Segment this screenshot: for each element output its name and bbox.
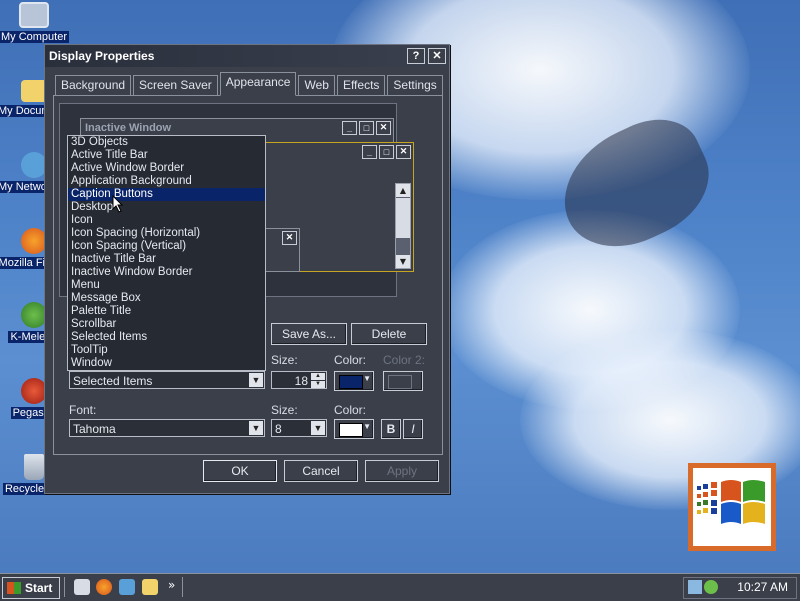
delete-button[interactable]: Delete [351, 323, 427, 345]
list-item[interactable]: Selected Items [68, 331, 265, 344]
maximize-icon: □ [379, 144, 394, 159]
list-item[interactable]: Icon [68, 214, 265, 227]
item-color2-swatch [388, 375, 412, 389]
my-computer-icon [19, 2, 49, 28]
item-color-button[interactable]: ▼ [334, 371, 374, 391]
tab-screen-saver[interactable]: Screen Saver [133, 75, 218, 95]
apply-button[interactable]: Apply [365, 460, 439, 482]
item-dropdown-list: 3D Objects Active Title Bar Active Windo… [67, 135, 266, 371]
item-color-label: Color: [334, 353, 367, 367]
item-color2-button[interactable] [383, 371, 423, 391]
help-button[interactable]: ? [407, 48, 425, 64]
list-item[interactable]: Active Window Border [68, 162, 265, 175]
title-bar[interactable]: Display Properties ? ✕ [45, 45, 449, 67]
divider [182, 577, 185, 597]
tab-appearance[interactable]: Appearance [219, 72, 297, 96]
volume-tray-icon[interactable] [704, 580, 718, 594]
font-color-label: Color: [334, 403, 367, 417]
font-size-select[interactable]: 8 ▼ [271, 419, 327, 437]
mouse-cursor-icon [112, 195, 124, 213]
tab-settings[interactable]: Settings [387, 75, 443, 95]
list-item[interactable]: Scrollbar [68, 318, 265, 331]
item-size-spinner[interactable]: 18 ▲ ▼ [271, 371, 327, 389]
windows-logo [688, 463, 776, 551]
chevron-down-icon[interactable]: ▼ [311, 421, 325, 435]
font-size-value: 8 [275, 422, 282, 436]
chevron-down-icon: ▼ [363, 374, 371, 383]
close-icon: ✕ [376, 120, 391, 135]
tab-strip: Background Screen Saver Appearance Web E… [55, 72, 445, 96]
preview-scrollbar: ▲ ▼ [395, 183, 411, 269]
firefox-icon[interactable] [96, 579, 112, 595]
item-select[interactable]: Selected Items ▼ [69, 371, 265, 389]
bold-button[interactable]: B [381, 419, 401, 439]
list-item-selected[interactable]: Caption Buttons [68, 188, 265, 201]
list-item[interactable]: ToolTip [68, 344, 265, 357]
start-label: Start [25, 581, 53, 595]
window-title: Display Properties [49, 49, 155, 63]
minimize-icon: _ [342, 120, 357, 135]
list-item[interactable]: Inactive Window Border [68, 266, 265, 279]
item-select-value: Selected Items [73, 374, 153, 388]
spin-up-icon[interactable]: ▲ [311, 373, 325, 380]
list-item[interactable]: Menu [68, 279, 265, 292]
chevron-down-icon[interactable]: ▼ [249, 421, 263, 435]
chevron-icon[interactable]: » [168, 578, 175, 592]
network-icon[interactable] [119, 579, 135, 595]
font-color-button[interactable]: ▼ [334, 419, 374, 439]
start-button[interactable]: Start [2, 577, 60, 599]
list-item[interactable]: Message Box [68, 292, 265, 305]
list-item[interactable]: Application Background [68, 175, 265, 188]
item-size-value: 18 [294, 374, 308, 388]
system-tray: 10:27 AM [683, 577, 797, 599]
font-select-value: Tahoma [73, 422, 116, 436]
list-item[interactable]: Desktop [68, 201, 265, 214]
scroll-down-icon: ▼ [396, 255, 410, 268]
close-icon: ✕ [282, 230, 297, 245]
close-icon: ✕ [396, 144, 411, 159]
recycle-bin-icon [24, 454, 44, 480]
minimize-icon: _ [362, 144, 377, 159]
close-button[interactable]: ✕ [428, 48, 446, 64]
taskbar: Start » 10:27 AM [0, 573, 800, 601]
tab-web[interactable]: Web [298, 75, 335, 95]
font-color-swatch [339, 423, 363, 437]
scroll-thumb [396, 198, 410, 238]
desktop-icon-label: My Computer [0, 31, 70, 43]
chevron-down-icon: ▼ [363, 422, 371, 431]
clock[interactable]: 10:27 AM [737, 580, 788, 594]
show-desktop-icon[interactable] [74, 579, 90, 595]
tab-background[interactable]: Background [55, 75, 132, 95]
item-color2-label: Color 2: [383, 353, 426, 367]
font-label: Font: [69, 403, 97, 417]
explorer-icon[interactable] [142, 579, 158, 595]
inactive-window-title: Inactive Window [85, 121, 172, 134]
item-size-label: Size: [271, 353, 298, 367]
cancel-button[interactable]: Cancel [284, 460, 358, 482]
spin-down-icon[interactable]: ▼ [311, 381, 325, 388]
windows-flag-icon [697, 480, 765, 524]
scroll-up-icon: ▲ [396, 184, 410, 197]
list-item[interactable]: Active Title Bar [68, 149, 265, 162]
save-as-button[interactable]: Save As... [271, 323, 347, 345]
list-item[interactable]: Icon Spacing (Vertical) [68, 240, 265, 253]
list-item[interactable]: Window [68, 357, 265, 370]
chevron-down-icon[interactable]: ▼ [249, 373, 263, 387]
tab-effects[interactable]: Effects [336, 75, 386, 95]
network-tray-icon[interactable] [688, 580, 702, 594]
italic-button[interactable]: I [403, 419, 423, 439]
maximize-icon: □ [359, 120, 374, 135]
ok-button[interactable]: OK [203, 460, 277, 482]
list-item[interactable]: 3D Objects [68, 136, 265, 149]
list-item[interactable]: Palette Title [68, 305, 265, 318]
preview-inactive-title: Inactive Window _ □ ✕ [81, 119, 393, 136]
divider [64, 577, 67, 597]
desktop-icon-my-computer[interactable]: My Computer [0, 2, 72, 43]
list-item[interactable]: Inactive Title Bar [68, 253, 265, 266]
item-color-swatch [339, 375, 363, 389]
font-size-label: Size: [271, 403, 298, 417]
list-item[interactable]: Icon Spacing (Horizontal) [68, 227, 265, 240]
font-select[interactable]: Tahoma ▼ [69, 419, 265, 437]
windows-flag-icon [7, 582, 21, 594]
